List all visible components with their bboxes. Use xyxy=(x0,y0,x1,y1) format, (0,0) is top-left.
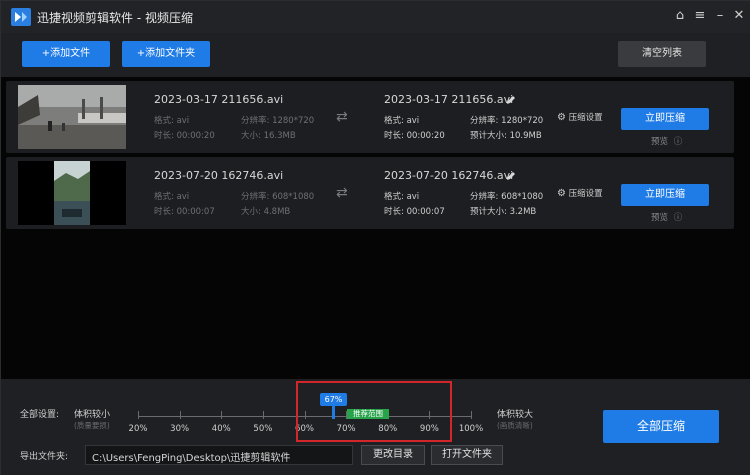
compress-settings-button[interactable]: ⚙ 压缩设置 xyxy=(557,187,603,199)
convert-arrow-icon: ⇄ xyxy=(336,185,348,201)
output-format: 格式: avi xyxy=(384,192,420,202)
slider-tick-label: 30% xyxy=(170,424,190,434)
output-size: 预计大小: 10.9MB xyxy=(470,131,542,141)
output-file-name: 2023-07-20 162746.avi xyxy=(384,169,514,182)
minimize-icon[interactable]: – xyxy=(711,7,729,25)
add-folder-button[interactable]: +添加文件夹 xyxy=(122,41,210,67)
edit-icon[interactable] xyxy=(506,95,516,105)
convert-arrow-icon: ⇄ xyxy=(336,109,348,125)
source-resolution: 分辨率: 608*1080 xyxy=(241,192,315,202)
source-duration: 时长: 00:00:07 xyxy=(154,207,215,217)
source-resolution: 分辨率: 1280*720 xyxy=(241,116,315,126)
open-folder-button[interactable]: 打开文件夹 xyxy=(431,445,503,465)
help-icon[interactable]: ⓘ xyxy=(674,137,683,147)
gear-icon: ⚙ xyxy=(557,188,566,199)
window-title: 迅捷视频剪辑软件 - 视频压缩 xyxy=(37,11,193,25)
compress-now-button[interactable]: 立即压缩 xyxy=(621,184,709,206)
slider-tick-label: 40% xyxy=(211,424,231,434)
toolbar: +添加文件 +添加文件夹 清空列表 xyxy=(1,33,750,77)
source-size: 大小: 16.3MB xyxy=(241,131,296,141)
app-window: 迅捷视频剪辑软件 - 视频压缩 ⌂ ≡ – ✕ +添加文件 +添加文件夹 清空列… xyxy=(0,0,750,475)
menu-icon[interactable]: ≡ xyxy=(691,7,709,25)
preview-link[interactable]: 预览 ⓘ xyxy=(651,211,682,223)
change-directory-button[interactable]: 更改目录 xyxy=(361,445,425,465)
larger-size-sublabel: (画质清晰) xyxy=(497,421,533,430)
source-format: 格式: avi xyxy=(154,116,190,126)
source-duration: 时长: 00:00:20 xyxy=(154,131,215,141)
compress-all-button[interactable]: 全部压缩 xyxy=(603,410,719,443)
export-folder-label: 导出文件夹: xyxy=(20,452,69,462)
list-item: 2023-07-20 162746.avi 格式: avi 时长: 00:00:… xyxy=(6,157,734,229)
compress-settings-label: 压缩设置 xyxy=(568,189,603,199)
global-settings-label: 全部设置: xyxy=(20,410,60,420)
slider-tick xyxy=(471,411,472,419)
video-thumbnail[interactable] xyxy=(18,161,126,225)
add-file-button[interactable]: +添加文件 xyxy=(22,41,110,67)
slider-tick xyxy=(221,411,223,419)
title-bar: 迅捷视频剪辑软件 - 视频压缩 ⌂ ≡ – ✕ xyxy=(1,1,750,33)
edit-icon[interactable] xyxy=(506,171,516,181)
output-duration: 时长: 00:00:07 xyxy=(384,207,445,217)
smaller-size-sublabel: (质量要损) xyxy=(74,421,110,430)
compress-now-button[interactable]: 立即压缩 xyxy=(621,108,709,130)
output-format: 格式: avi xyxy=(384,116,420,126)
slider-tick xyxy=(179,411,181,419)
close-icon[interactable]: ✕ xyxy=(730,7,748,25)
clear-list-button[interactable]: 清空列表 xyxy=(618,41,706,67)
app-logo-icon xyxy=(11,8,31,26)
global-settings-panel: 全部设置: 体积较小 (质量要损) 体积较大 (画质清晰) 20% 30% 40% 5… xyxy=(1,379,750,475)
preview-link[interactable]: 预览 ⓘ xyxy=(651,135,682,147)
export-path-field[interactable]: C:\Users\FengPing\Desktop\迅捷剪辑软件 xyxy=(85,445,353,465)
output-file-name: 2023-03-17 211656.avi xyxy=(384,93,514,106)
larger-size-label: 体积较大 xyxy=(497,410,534,420)
source-file-name: 2023-03-17 211656.avi xyxy=(154,93,284,106)
slider-tick xyxy=(138,411,139,419)
preview-label: 预览 xyxy=(651,137,669,147)
source-file-name: 2023-07-20 162746.avi xyxy=(154,169,284,182)
help-icon[interactable]: ⓘ xyxy=(674,213,683,223)
slider-tick xyxy=(262,411,264,419)
preview-label: 预览 xyxy=(651,213,669,223)
video-thumbnail[interactable] xyxy=(18,85,126,149)
highlight-box xyxy=(296,381,452,442)
source-size: 大小: 4.8MB xyxy=(241,207,291,217)
home-icon[interactable]: ⌂ xyxy=(671,7,689,25)
output-duration: 时长: 00:00:20 xyxy=(384,131,445,141)
output-resolution: 分辨率: 1280*720 xyxy=(470,116,544,126)
smaller-size-label: 体积较小 xyxy=(74,410,111,420)
list-item: 2023-03-17 211656.avi 格式: avi 时长: 00:00:… xyxy=(6,81,734,153)
source-format: 格式: avi xyxy=(154,192,190,202)
output-size: 预计大小: 3.2MB xyxy=(470,207,537,217)
slider-tick-label: 100% xyxy=(458,424,484,434)
gear-icon: ⚙ xyxy=(557,112,566,123)
output-resolution: 分辨率: 608*1080 xyxy=(470,192,544,202)
slider-tick-label: 20% xyxy=(128,424,148,434)
file-list: 2023-03-17 211656.avi 格式: avi 时长: 00:00:… xyxy=(1,77,750,379)
slider-tick-label: 50% xyxy=(253,424,273,434)
compress-settings-label: 压缩设置 xyxy=(568,113,603,123)
compress-settings-button[interactable]: ⚙ 压缩设置 xyxy=(557,111,603,123)
